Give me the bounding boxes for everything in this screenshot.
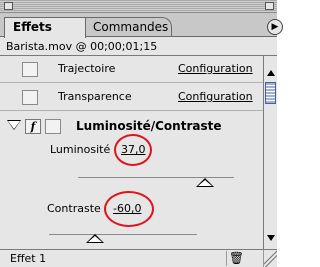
close-box-icon[interactable]: [4, 2, 13, 10]
clip-header: Barista.mov @ 00;00;01;15: [0, 37, 277, 56]
tab-commandes[interactable]: Commandes: [84, 17, 172, 37]
effect-row-trajectoire: Trajectoire Configuration: [0, 56, 263, 83]
zoom-box-icon[interactable]: [265, 2, 274, 10]
param-label: Contraste: [47, 202, 101, 215]
effect-row-transparence: Transparence Configuration: [0, 84, 263, 111]
effects-list: Trajectoire Configuration Transparence C…: [0, 56, 263, 249]
slider-thumb[interactable]: [196, 178, 214, 187]
effect-title: Luminosité/Contraste: [76, 119, 222, 133]
effect-keyframe-checkbox[interactable]: [45, 119, 61, 134]
scroll-thumb[interactable]: [265, 82, 276, 104]
tab-effets-label: Effets: [13, 20, 52, 34]
tab-commandes-label: Commandes: [93, 20, 169, 34]
effect-toggle-checkbox[interactable]: [22, 62, 38, 77]
effect-name: Transparence: [58, 90, 132, 103]
param-contraste: Contraste -60,0: [0, 191, 263, 244]
scroll-up-icon[interactable]: [267, 70, 275, 76]
highlight-circle: [104, 191, 154, 227]
effect-controls-palette: Commandes Effets ▶ Barista.mov @ 00;00;0…: [0, 0, 283, 267]
scroll-down-icon[interactable]: [267, 235, 275, 241]
disclosure-triangle-fill: [8, 121, 20, 129]
clip-header-text: Barista.mov @ 00;00;01;15: [6, 40, 158, 53]
highlight-circle: [114, 134, 152, 166]
configuration-link[interactable]: Configuration: [178, 90, 253, 103]
palette-menu-icon[interactable]: ▶: [267, 19, 283, 35]
tab-bar: Commandes Effets ▶: [0, 13, 283, 38]
fx-toggle-button[interactable]: f: [25, 119, 41, 134]
param-luminosite: Luminosité 37,0: [0, 134, 263, 190]
trash-icon[interactable]: 🗑: [226, 251, 246, 266]
configuration-link[interactable]: Configuration: [178, 62, 253, 75]
palette-title-bar[interactable]: [0, 0, 277, 13]
footer-label: Effet 1: [10, 252, 47, 265]
resize-grip-icon[interactable]: [263, 250, 277, 267]
tab-effets[interactable]: Effets: [4, 17, 86, 38]
palette-footer: Effet 1 🗑: [0, 249, 277, 267]
param-label: Luminosité: [50, 143, 111, 156]
vertical-scrollbar[interactable]: [263, 56, 277, 249]
effect-toggle-checkbox[interactable]: [22, 90, 38, 105]
slider-thumb[interactable]: [86, 234, 104, 243]
slider-track: [49, 234, 197, 235]
effect-name: Trajectoire: [58, 62, 116, 75]
fx-icon: f: [30, 120, 36, 133]
